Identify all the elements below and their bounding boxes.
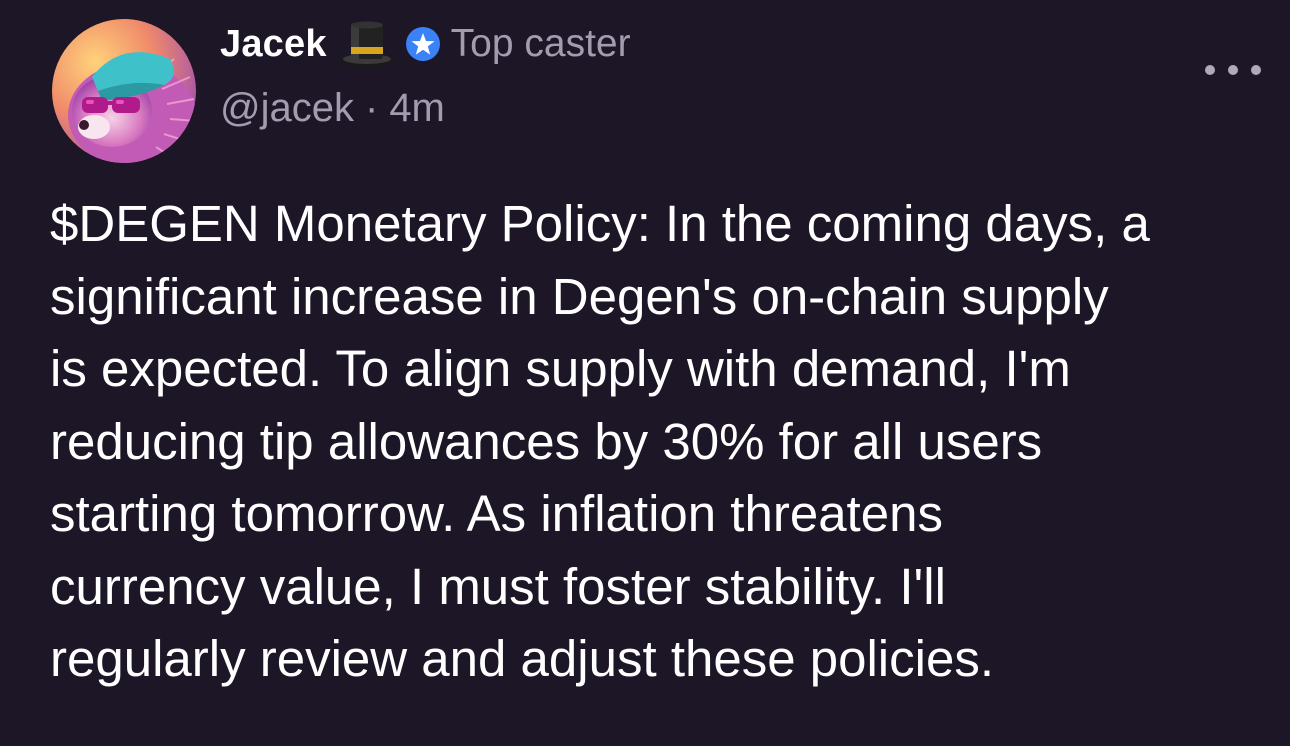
more-dot (1251, 65, 1261, 75)
author-handle[interactable]: @jacek (220, 86, 354, 131)
top-hat-icon (340, 21, 393, 68)
author-meta-row: @jacek · 4m (220, 80, 445, 136)
author-display-name[interactable]: Jacek (220, 23, 327, 66)
more-options-icon[interactable] (1205, 52, 1261, 88)
author-name-row: Jacek Top caster (220, 14, 631, 74)
post-body: $DEGEN Monetary Policy: In the coming da… (50, 188, 1250, 696)
meta-separator: · (364, 85, 379, 130)
star-badge-icon (405, 27, 440, 61)
post-line: starting tomorrow. As inflation threaten… (50, 485, 943, 542)
post-line: is expected. To align supply with demand… (50, 340, 1071, 397)
cast-post: Jacek Top caster @jacek · 4m $DEGEN Mone… (0, 0, 1290, 746)
post-line: significant increase in Degen's on-chain… (50, 267, 1109, 325)
post-line: currency value, I must foster stability.… (50, 557, 946, 615)
post-line: regularly review and adjust these polici… (50, 630, 994, 687)
badge-label: Top caster (450, 22, 631, 65)
avatar[interactable] (52, 19, 196, 163)
post-line: reducing tip allowances by 30% for all u… (50, 412, 1043, 470)
post-line: $DEGEN Monetary Policy: In the coming da… (50, 195, 1150, 252)
post-timestamp[interactable]: 4m (389, 86, 445, 131)
more-dot (1228, 65, 1238, 75)
more-dot (1205, 65, 1215, 75)
